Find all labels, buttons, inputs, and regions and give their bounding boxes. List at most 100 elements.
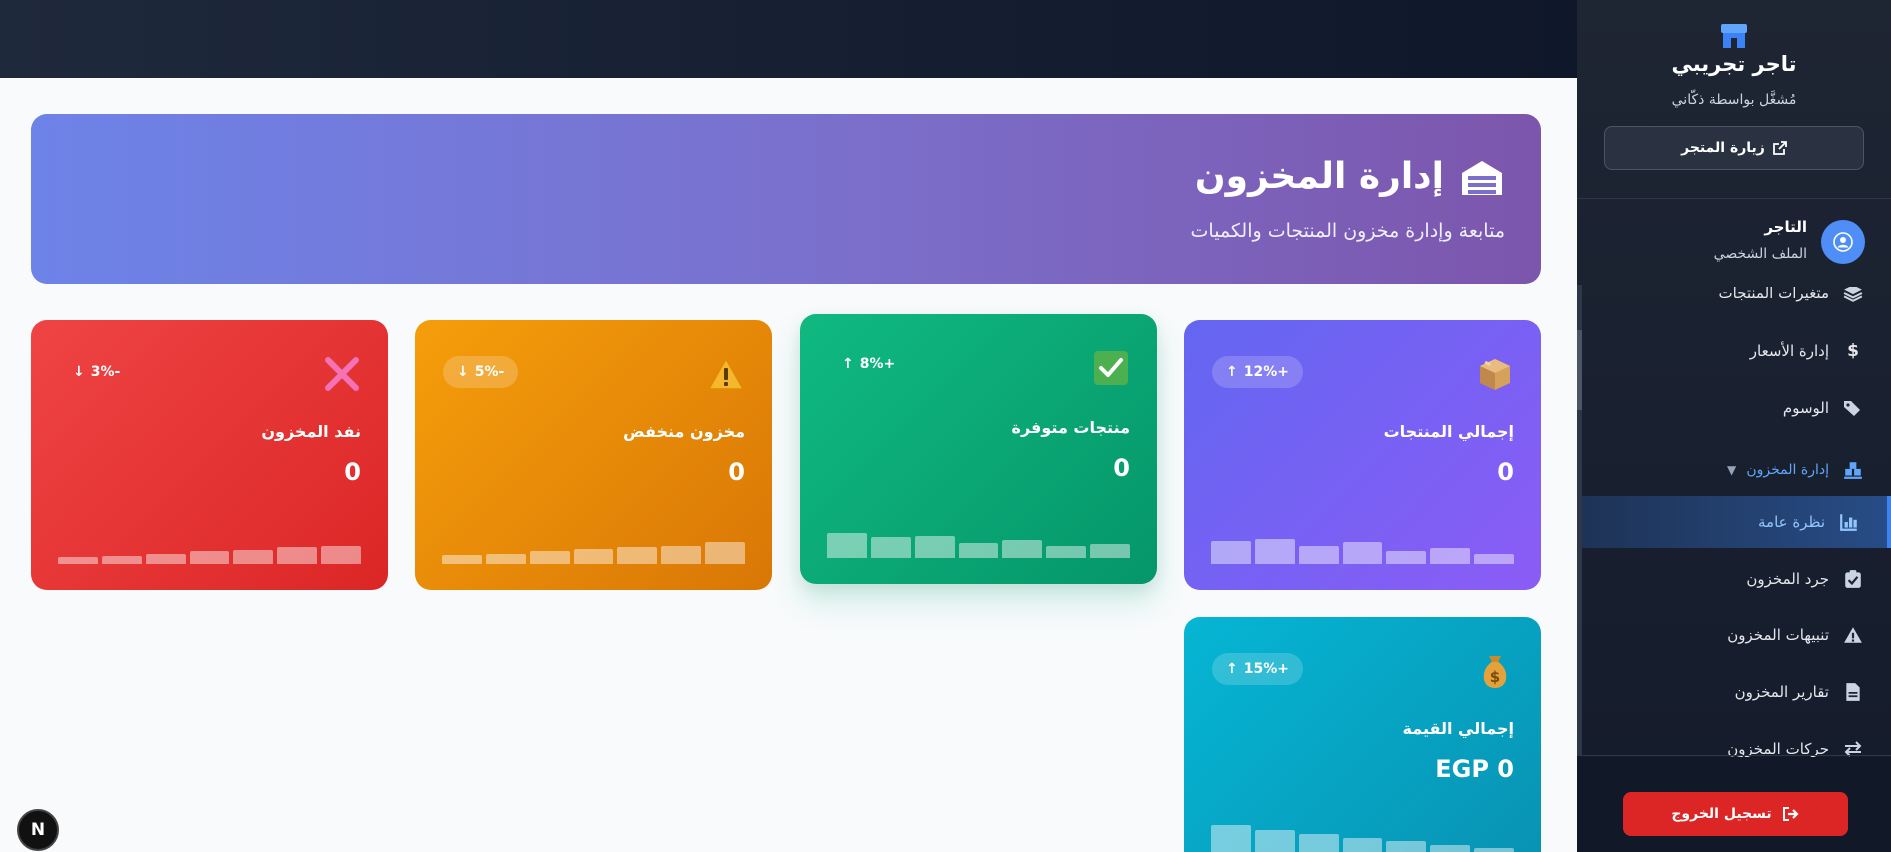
store-icon xyxy=(1721,24,1747,48)
check-icon xyxy=(1091,348,1131,388)
stat-value: 0 xyxy=(1497,458,1514,486)
sparkline-bar xyxy=(233,549,274,564)
sparkline-bar xyxy=(1342,542,1383,564)
page-header-banner: إدارة المخزون متابعة وإدارة مخزون المنتج… xyxy=(31,114,1541,284)
sparkline-bar xyxy=(1430,548,1471,564)
sidebar-item-product-variants[interactable]: متغيرات المنتجات xyxy=(1577,287,1863,313)
stat-card-total-value[interactable]: $ ↑ 15%+ إجمالي القيمة EGP 0 xyxy=(1184,617,1541,852)
external-link-icon xyxy=(1772,141,1787,155)
arrow-down-icon: ↓ xyxy=(73,364,85,380)
stat-label: نفد المخزون xyxy=(261,422,361,441)
sidebar-item-overview[interactable]: نظرة عامة xyxy=(1581,496,1891,548)
trend-badge: ↓ 5%- xyxy=(443,356,519,388)
trend-badge: ↑ 15%+ xyxy=(1212,653,1303,685)
dollar-icon: $ xyxy=(1847,341,1859,361)
dev-tools-badge[interactable]: N xyxy=(17,809,59,851)
sparkline-bar xyxy=(827,532,867,558)
logout-button[interactable]: تسجيل الخروج xyxy=(1623,792,1848,836)
sparkline-bar xyxy=(1211,825,1251,852)
warehouse-icon xyxy=(1462,160,1502,195)
sparkline-bar xyxy=(277,547,318,564)
stat-value: EGP 0 xyxy=(1435,755,1514,783)
visit-store-button[interactable]: زيارة المتجر xyxy=(1604,126,1864,170)
profile-link[interactable]: الملف الشخصي xyxy=(1714,246,1807,262)
stat-card-available-products[interactable]: ↑ 8%+ منتجات متوفرة 0 xyxy=(800,314,1157,584)
page-title: إدارة المخزون xyxy=(1194,156,1444,197)
logout-icon xyxy=(1782,807,1799,821)
stat-label: إجمالي القيمة xyxy=(1402,719,1514,738)
sparkline-bars xyxy=(442,522,746,564)
profile-name: التاجر xyxy=(1764,218,1807,236)
warning-icon xyxy=(706,354,746,394)
sparkline-bar xyxy=(705,542,746,564)
sidebar-item-inventory[interactable]: ▼ إدارة المخزون xyxy=(1577,450,1863,490)
stat-card-total-products[interactable]: ↑ 12%+ إجمالي المنتجات 0 xyxy=(1184,320,1541,590)
profile-section[interactable]: التاجر الملف الشخصي xyxy=(1577,200,1891,285)
money-bag-icon: $ xyxy=(1475,651,1515,691)
stat-card-low-stock[interactable]: ↓ 5%- مخزون منخفض 0 xyxy=(415,320,772,590)
sparkline-bar xyxy=(529,551,570,564)
sidebar-item-inventory-alerts[interactable]: تنبيهات المخزون xyxy=(1577,615,1863,655)
trend-badge: ↑ 12%+ xyxy=(1212,356,1303,388)
arrow-up-icon: ↑ xyxy=(1226,364,1238,380)
divider xyxy=(1577,198,1891,199)
sparkline-bars xyxy=(827,516,1131,558)
sparkline-bar xyxy=(1298,546,1339,564)
sidebar-nav: متغيرات المنتجات إدارة الأسعار $ الوسوم … xyxy=(1577,287,1891,757)
sparkline-bars xyxy=(1211,819,1515,852)
sidebar-item-tags[interactable]: الوسوم xyxy=(1577,388,1863,428)
sparkline-bar xyxy=(321,546,362,564)
tags-icon xyxy=(1844,401,1860,416)
sparkline-bar xyxy=(58,557,98,564)
document-icon xyxy=(1846,683,1860,701)
trend-badge: ↓ 3%- xyxy=(73,364,121,380)
sparkline-bar xyxy=(1474,553,1515,564)
sparkline-bar xyxy=(661,545,702,564)
top-bar xyxy=(0,0,1577,78)
stat-value: 0 xyxy=(728,458,745,486)
sparkline-bar xyxy=(189,551,230,564)
sparkline-bar xyxy=(1046,546,1087,558)
store-subtitle: مُشغَّل بواسطة ذكّاني xyxy=(1671,92,1797,108)
sparkline-bar xyxy=(1430,845,1471,852)
user-icon xyxy=(1833,232,1853,252)
chart-icon xyxy=(1840,514,1857,531)
sidebar-item-pricing[interactable]: إدارة الأسعار $ xyxy=(1577,331,1863,371)
sparkline-bar xyxy=(958,542,999,558)
sparkline-bar xyxy=(1474,848,1515,852)
trend-badge: ↑ 8%+ xyxy=(842,356,896,372)
svg-text:$: $ xyxy=(1490,668,1500,686)
sparkline-bar xyxy=(1386,551,1427,564)
divider xyxy=(1577,755,1891,756)
layers-icon xyxy=(1843,287,1863,302)
sparkline-bar xyxy=(101,555,142,564)
sparkline-bars xyxy=(1211,522,1515,564)
alert-icon xyxy=(1844,627,1862,643)
sidebar-scrollbar-thumb[interactable] xyxy=(1577,330,1582,410)
sparkline-bar xyxy=(1342,837,1383,852)
sidebar-item-inventory-count[interactable]: جرد المخزون xyxy=(1577,559,1863,599)
sidebar-item-inventory-movements[interactable]: حركات المخزون xyxy=(1577,729,1863,757)
stat-value: 0 xyxy=(1113,454,1130,482)
logout-area: تسجيل الخروج xyxy=(1577,757,1891,852)
sparkline-bar xyxy=(1298,833,1339,852)
sparkline-bar xyxy=(1090,543,1131,558)
stat-label: مخزون منخفض xyxy=(623,422,745,441)
sparkline-bar xyxy=(485,553,526,564)
arrow-up-icon: ↑ xyxy=(842,356,854,372)
arrow-up-icon: ↑ xyxy=(1226,661,1238,677)
store-name: تاجر تجريبي xyxy=(1671,52,1797,76)
sparkline-bar xyxy=(1254,538,1295,564)
page-subtitle: متابعة وإدارة مخزون المنتجات والكميات xyxy=(1190,220,1505,242)
sidebar-item-inventory-reports[interactable]: تقارير المخزون xyxy=(1577,672,1863,712)
clipboard-icon xyxy=(1845,570,1861,588)
sparkline-bar xyxy=(870,537,911,558)
chevron-down-icon: ▼ xyxy=(1727,463,1737,477)
avatar[interactable] xyxy=(1821,220,1865,264)
main-content: إدارة المخزون متابعة وإدارة مخزون المنتج… xyxy=(0,78,1577,852)
sparkline-bar xyxy=(617,547,658,564)
sparkline-bars xyxy=(58,522,362,564)
sidebar: تاجر تجريبي مُشغَّل بواسطة ذكّاني زيارة … xyxy=(1577,0,1891,852)
box-icon xyxy=(1475,354,1515,394)
stat-card-out-of-stock[interactable]: ↓ 3%- نفد المخزون 0 xyxy=(31,320,388,590)
